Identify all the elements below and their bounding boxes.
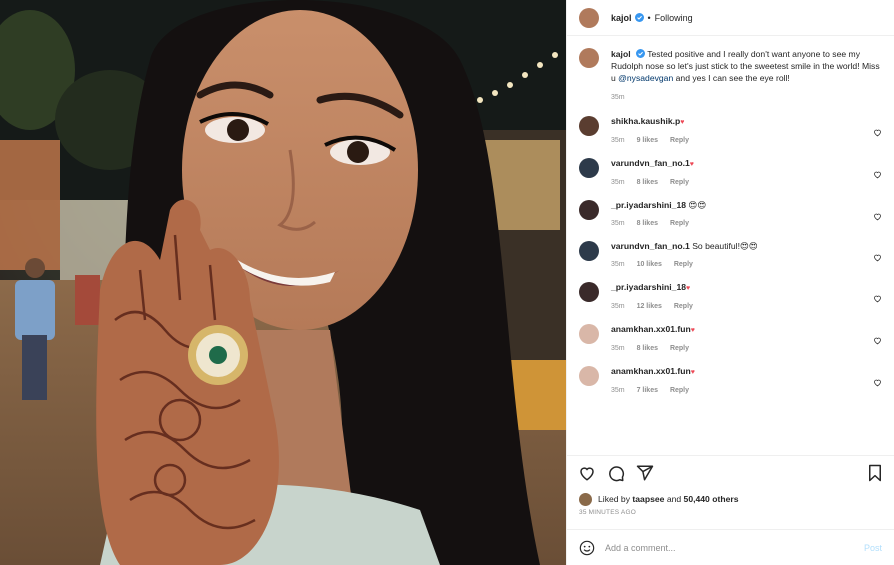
add-comment-bar: Post	[567, 529, 894, 565]
comment-item: anamkhan.xx01.fun♥ 35m 8 likes Reply	[579, 324, 882, 354]
author-avatar[interactable]	[579, 7, 599, 28]
comment-item: _pr.iyadarshini_18♥ 35m 12 likes Reply	[579, 282, 882, 312]
comment-reply-button[interactable]: Reply	[670, 179, 689, 186]
verified-badge-icon	[635, 49, 645, 58]
share-icon[interactable]	[636, 464, 654, 482]
comment-time[interactable]: 35m	[611, 345, 625, 352]
comment-time[interactable]: 35m	[611, 303, 625, 310]
comment-text: ♥	[686, 285, 691, 292]
follow-status[interactable]: Following	[655, 13, 693, 23]
comment-time[interactable]: 35m	[611, 179, 625, 186]
likes-count[interactable]: 50,440 others	[684, 494, 739, 504]
verified-badge-icon	[634, 13, 644, 22]
caption-timestamp[interactable]: 35m	[611, 92, 882, 104]
comment-like-icon[interactable]	[873, 336, 882, 345]
emoji-icon[interactable]	[579, 540, 595, 556]
comment-item: _pr.iyadarshini_18 😍😍 35m 8 likes Reply	[579, 200, 882, 229]
author-username[interactable]: kajol	[611, 13, 632, 23]
commenter-avatar[interactable]	[579, 282, 599, 302]
comment-like-icon[interactable]	[873, 212, 882, 221]
post-image	[0, 0, 566, 565]
heart-icon[interactable]	[578, 464, 596, 482]
header-separator: •	[647, 12, 651, 23]
comment-reply-button[interactable]: Reply	[670, 137, 689, 144]
likes-middle: and	[666, 494, 682, 504]
likes-summary: Liked by taapsee and 50,440 others	[567, 489, 894, 509]
commenter-username[interactable]: _pr.iyadarshini_18	[611, 200, 686, 210]
comment-text: ♥	[689, 161, 694, 168]
post-side-panel: kajol • Following kajol Tested positive …	[566, 0, 894, 565]
commenter-username[interactable]: _pr.iyadarshini_18	[611, 282, 686, 292]
commenter-username[interactable]: varundvn_fan_no.1	[611, 241, 690, 251]
commenter-avatar[interactable]	[579, 324, 599, 344]
comment-reply-button[interactable]: Reply	[670, 345, 689, 352]
post-comment-button[interactable]: Post	[864, 543, 882, 553]
comment-text: ♥	[690, 369, 695, 376]
post-timestamp[interactable]: 35 MINUTES AGO	[567, 509, 894, 523]
commenter-username[interactable]: varundvn_fan_no.1	[611, 158, 690, 168]
commenter-avatar[interactable]	[579, 158, 599, 178]
comments-list[interactable]: kajol Tested positive and I really don't…	[567, 36, 894, 455]
post-header: kajol • Following	[567, 0, 894, 36]
comment-like-icon[interactable]	[873, 253, 882, 262]
post-action-bar	[567, 455, 894, 489]
commenter-avatar[interactable]	[579, 200, 599, 220]
comment-text: ♥	[680, 119, 685, 126]
commenter-username[interactable]: anamkhan.xx01.fun	[611, 366, 691, 376]
liker-username[interactable]: taapsee	[632, 494, 664, 504]
comment-likes[interactable]: 8 likes	[637, 220, 658, 227]
caption-text-tail: and yes I can see the eye roll!	[675, 73, 790, 83]
commenter-avatar[interactable]	[579, 241, 599, 261]
save-icon[interactable]	[867, 464, 883, 482]
comment-time[interactable]: 35m	[611, 220, 625, 227]
comment-item: anamkhan.xx01.fun♥ 35m 7 likes Reply	[579, 366, 882, 396]
comment-like-icon[interactable]	[873, 128, 882, 137]
post-modal: kajol • Following kajol Tested positive …	[0, 0, 894, 565]
comment-likes[interactable]: 7 likes	[637, 387, 658, 394]
comment-text: ♥	[690, 327, 695, 334]
commenter-avatar[interactable]	[579, 366, 599, 386]
comment-text: So beautiful!😍😍	[692, 241, 758, 251]
comment-likes[interactable]: 8 likes	[637, 179, 658, 186]
comment-time[interactable]: 35m	[611, 137, 625, 144]
comment-item: shikha.kaushik.p♥ 35m 9 likes Reply	[579, 116, 882, 146]
post-photo[interactable]	[0, 0, 566, 565]
caption-username[interactable]: kajol	[611, 49, 631, 59]
caption-mention-link[interactable]: @nysadevgan	[618, 73, 673, 83]
comment-time[interactable]: 35m	[611, 261, 625, 268]
caption-avatar[interactable]	[579, 48, 599, 68]
comment-input[interactable]	[605, 542, 864, 553]
commenter-avatar[interactable]	[579, 116, 599, 136]
comment-reply-button[interactable]: Reply	[674, 261, 693, 268]
comment-reply-button[interactable]: Reply	[670, 387, 689, 394]
comment-like-icon[interactable]	[873, 294, 882, 303]
comment-like-icon[interactable]	[873, 170, 882, 179]
comment-item: varundvn_fan_no.1 So beautiful!😍😍 35m 10…	[579, 241, 882, 270]
comment-reply-button[interactable]: Reply	[670, 220, 689, 227]
liker-avatar[interactable]	[579, 492, 592, 506]
comment-likes[interactable]: 10 likes	[637, 261, 662, 268]
commenter-username[interactable]: anamkhan.xx01.fun	[611, 324, 691, 334]
comment-likes[interactable]: 8 likes	[637, 345, 658, 352]
comment-text: 😍😍	[688, 200, 707, 210]
comment-reply-button[interactable]: Reply	[674, 303, 693, 310]
comment-time[interactable]: 35m	[611, 387, 625, 394]
comment-like-icon[interactable]	[873, 378, 882, 387]
commenter-username[interactable]: shikha.kaushik.p	[611, 116, 680, 126]
comment-icon[interactable]	[607, 464, 625, 482]
comment-likes[interactable]: 9 likes	[637, 137, 658, 144]
comment-likes[interactable]: 12 likes	[637, 303, 662, 310]
likes-prefix: Liked by	[598, 494, 631, 504]
post-caption: kajol Tested positive and I really don't…	[579, 48, 882, 104]
comment-item: varundvn_fan_no.1♥ 35m 8 likes Reply	[579, 158, 882, 188]
